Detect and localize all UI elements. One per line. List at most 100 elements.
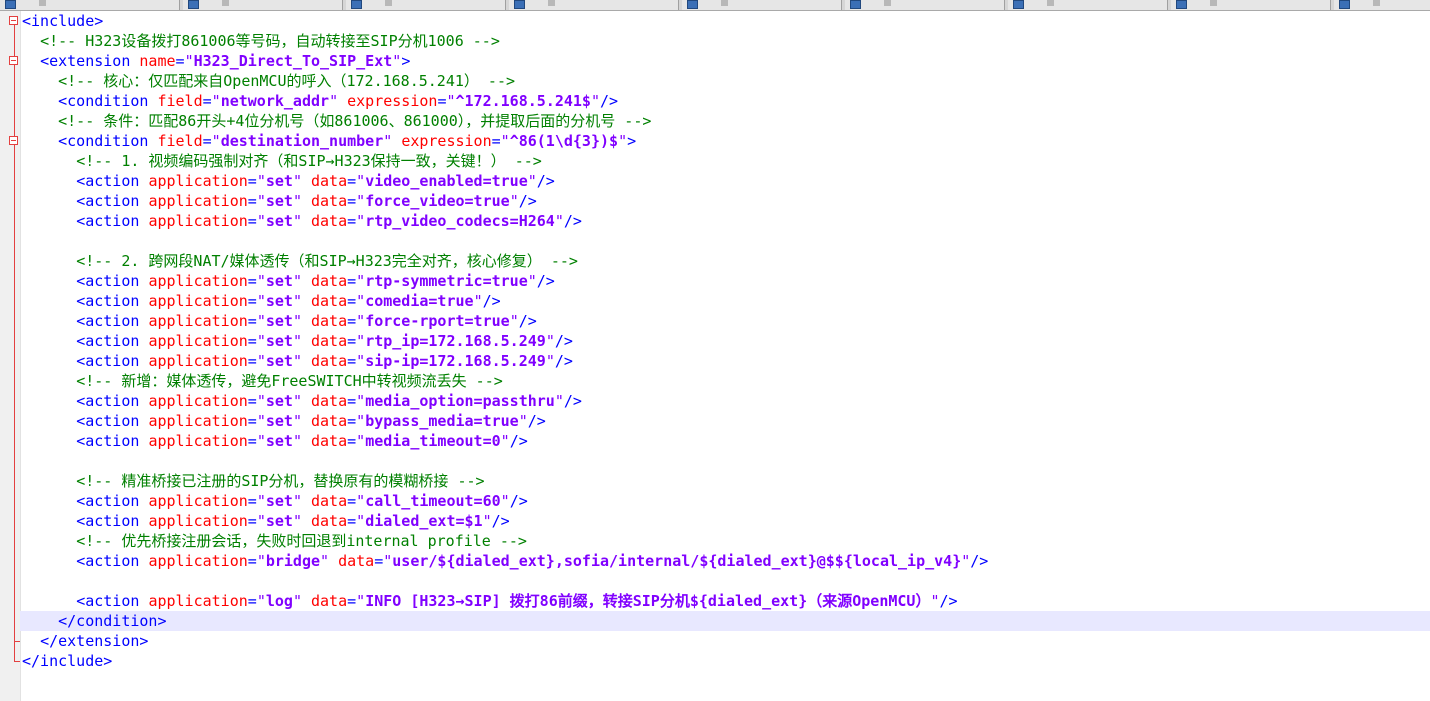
- code-token-attr: application: [148, 272, 248, 290]
- code-token-q: ": [184, 52, 194, 70]
- code-token-q: ": [256, 192, 266, 210]
- code-line: <action application="set" data="rtp_vide…: [20, 211, 1430, 231]
- file-tab-label: ...: [22, 2, 34, 11]
- code-token-attr: application: [148, 332, 248, 350]
- file-tab[interactable]: ...: [845, 0, 1005, 10]
- code-token-val: sip-ip=172.168.5.249: [365, 352, 546, 370]
- code-line: <!-- 2. 跨网段NAT/媒体透传（和SIP→H323完全对齐，核心修复） …: [20, 251, 1430, 271]
- code-line: <action application="set" data="force-rp…: [20, 311, 1430, 331]
- code-line: </condition>: [20, 611, 1430, 631]
- code-token-val: INFO [H323→SIP] 拨打86前缀，转接SIP分机${dialed_e…: [365, 592, 931, 610]
- code-token-val: rtp_video_codecs=H264: [365, 212, 555, 230]
- code-token-attr: application: [148, 352, 248, 370]
- code-token-attr: name: [139, 52, 176, 70]
- code-editor[interactable]: <include> <!-- H323设备拨打861006等号码，自动转接至SI…: [20, 11, 1430, 701]
- fold-toggle-condition-icon[interactable]: [9, 136, 18, 145]
- code-token-attr: data: [311, 272, 348, 290]
- code-token-attr: data: [311, 332, 348, 350]
- code-line: <include>: [20, 11, 1430, 31]
- file-icon: [188, 0, 199, 9]
- code-token-q: ": [211, 132, 221, 150]
- code-line: <!-- 条件：匹配86开头+4位分机号（如861006、861000），并提取…: [20, 111, 1430, 131]
- code-token-val: set: [265, 192, 293, 210]
- code-token-val: bridge: [265, 552, 321, 570]
- code-token-attr: application: [148, 212, 248, 230]
- code-token-tag: [302, 512, 311, 530]
- code-token-attr: application: [148, 492, 248, 510]
- file-tab[interactable]: ...: [682, 0, 842, 10]
- file-icon: [1176, 0, 1187, 9]
- code-token-q: ": [527, 172, 537, 190]
- code-token-tag: =: [247, 332, 257, 350]
- tab-close-icon[interactable]: [385, 0, 393, 6]
- code-token-tag: [302, 192, 311, 210]
- tab-close-icon[interactable]: [222, 0, 230, 6]
- code-token-val: bypass_media=true: [365, 412, 519, 430]
- code-token-tag: />: [939, 592, 958, 610]
- code-token-tag: <action: [76, 292, 149, 310]
- code-token-val: set: [265, 412, 293, 430]
- tab-close-icon[interactable]: [1047, 0, 1055, 6]
- code-line: <!-- 优先桥接注册会话，失败时回退到internal profile -->: [20, 531, 1430, 551]
- file-tab-label: ...: [1193, 2, 1205, 11]
- code-token-q: ": [518, 412, 528, 430]
- code-token-tag: [392, 132, 401, 150]
- code-token-tag: =: [374, 552, 384, 570]
- file-tab[interactable]: ...: [183, 0, 343, 10]
- file-tab[interactable]: ...: [509, 0, 679, 10]
- file-tab[interactable]: ...: [0, 0, 180, 10]
- code-line: <action application="set" data="bypass_m…: [20, 411, 1430, 431]
- file-icon: [1339, 0, 1350, 9]
- tab-close-icon[interactable]: [39, 0, 47, 6]
- code-token-tag: />: [491, 512, 510, 530]
- file-tab[interactable]: ...: [1334, 0, 1430, 10]
- code-line: <action application="set" data="video_en…: [20, 171, 1430, 191]
- code-token-tag: =: [202, 132, 212, 150]
- file-tab[interactable]: ...: [346, 0, 506, 10]
- code-token-tag: [302, 332, 311, 350]
- code-token-tag: =: [491, 132, 501, 150]
- code-token-val: force_video=true: [365, 192, 510, 210]
- tab-close-icon[interactable]: [1373, 0, 1381, 6]
- code-token-tag: <action: [76, 512, 149, 530]
- code-token-q: ": [329, 92, 339, 110]
- code-token-val: destination_number: [220, 132, 384, 150]
- code-token-tag: </include>: [22, 652, 113, 670]
- code-line: <action application="set" data="dialed_e…: [20, 511, 1430, 531]
- code-token-tag: <action: [76, 332, 149, 350]
- code-token-q: ": [509, 192, 519, 210]
- code-token-attr: application: [148, 512, 248, 530]
- code-token-tag: />: [536, 172, 555, 190]
- code-token-tag: =: [247, 172, 257, 190]
- fold-toggle-include-icon[interactable]: [9, 16, 18, 25]
- fold-toggle-extension-icon[interactable]: [9, 56, 18, 65]
- code-token-q: ": [356, 512, 366, 530]
- code-token-q: ": [356, 352, 366, 370]
- code-token-tag: [302, 312, 311, 330]
- code-token-val: set: [265, 332, 293, 350]
- code-token-val: rtp_ip=172.168.5.249: [365, 332, 546, 350]
- tab-close-icon[interactable]: [548, 0, 556, 6]
- code-token-tag: />: [518, 312, 537, 330]
- code-token-tag: <action: [76, 492, 149, 510]
- code-token-tag: =: [347, 592, 357, 610]
- code-token-q: ": [356, 412, 366, 430]
- tab-close-icon[interactable]: [721, 0, 729, 6]
- code-line: <!-- H323设备拨打861006等号码，自动转接至SIP分机1006 --…: [20, 31, 1430, 51]
- code-token-q: ": [292, 332, 302, 350]
- tab-close-icon[interactable]: [884, 0, 892, 6]
- file-tab[interactable]: ...: [1008, 0, 1168, 10]
- code-token-val: rtp-symmetric=true: [365, 272, 528, 290]
- file-tab[interactable]: ...: [1171, 0, 1331, 10]
- code-token-q: ": [256, 292, 266, 310]
- tab-close-icon[interactable]: [1210, 0, 1218, 6]
- code-token-attr: data: [311, 412, 348, 430]
- code-token-attr: expression: [401, 132, 492, 150]
- code-token-tag: <action: [76, 352, 149, 370]
- code-token-q: ": [383, 132, 393, 150]
